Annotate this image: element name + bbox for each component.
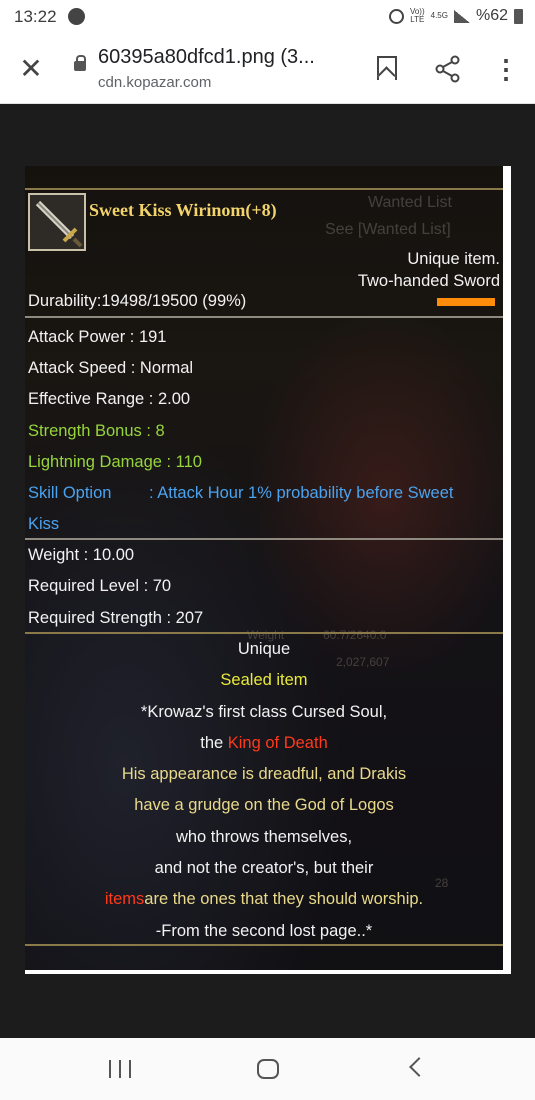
status-time: 13:22 xyxy=(14,7,57,26)
lore-line-2: the King of Death xyxy=(200,734,328,752)
item-name: Sweet Kiss Wirinom(+8) xyxy=(89,200,277,220)
network-type: 4.5G xyxy=(430,11,448,20)
lore-line-4: have a grudge on the God of Logos xyxy=(134,796,394,814)
volte-indicator: Vo)) LTE xyxy=(409,7,425,24)
stat-attack-power: Attack Power : 191 xyxy=(28,328,167,346)
lore-line-5: who throws themselves, xyxy=(175,828,353,846)
image-viewer: Wanted List See [Wanted List] Weight 60.… xyxy=(0,104,535,1038)
req-strength: Required Strength : 207 xyxy=(28,609,204,627)
back-icon[interactable] xyxy=(409,1057,429,1077)
lock-icon xyxy=(74,55,86,71)
lore-highlight: items xyxy=(104,890,145,908)
durability-bar xyxy=(437,298,495,306)
messenger-notification-icon xyxy=(68,8,85,25)
item-rarity: Unique item. xyxy=(407,250,500,268)
stat-attack-speed: Attack Speed : Normal xyxy=(28,359,194,377)
skill-option-label: Skill Option xyxy=(28,484,112,502)
bonus-strength: Strength Bonus : 8 xyxy=(28,422,165,440)
item-tooltip: Sweet Kiss Wirinom(+8) Unique item. Two-… xyxy=(25,166,503,970)
page-title[interactable]: 60395a80dfcd1.png (3... xyxy=(98,46,315,69)
divider xyxy=(25,632,503,634)
recent-apps-icon[interactable] xyxy=(109,1060,131,1078)
sealed-label: Sealed item xyxy=(220,671,308,689)
page-host[interactable]: cdn.kopazar.com xyxy=(98,74,211,91)
req-weight: Weight : 10.00 xyxy=(28,546,135,564)
game-screenshot[interactable]: Wanted List See [Wanted List] Weight 60.… xyxy=(25,166,511,974)
stat-effective-range: Effective Range : 2.00 xyxy=(28,390,191,408)
bookmark-icon[interactable] xyxy=(374,54,398,84)
bonus-lightning: Lightning Damage : 110 xyxy=(28,453,202,471)
close-icon[interactable]: ✕ xyxy=(14,52,48,86)
divider xyxy=(25,944,503,946)
lore-line-7: itemsare the ones that they should worsh… xyxy=(104,890,424,908)
status-indicators: Vo)) LTE 4.5G %62 xyxy=(388,7,523,25)
share-icon[interactable] xyxy=(433,54,463,84)
skill-option-text: : Attack Hour 1% probability before Swee… xyxy=(149,484,454,502)
battery-percent: %62 xyxy=(475,7,508,24)
divider xyxy=(25,188,503,190)
navigation-bar xyxy=(0,1038,535,1100)
lore-highlight: King of Death xyxy=(227,734,328,752)
sword-icon xyxy=(28,193,86,251)
skill-option-text-cont: Kiss xyxy=(28,515,60,533)
more-options-icon[interactable]: ⋮ xyxy=(493,54,519,84)
alarm-icon xyxy=(388,8,404,24)
lore-line-3: His appearance is dreadful, and Drakis xyxy=(121,765,407,783)
divider xyxy=(25,316,503,318)
browser-header: ✕ 60395a80dfcd1.png (3... cdn.kopazar.co… xyxy=(0,34,535,104)
lore-line-6: and not the creator's, but their xyxy=(154,859,374,877)
status-bar: 13:22 Vo)) LTE 4.5G %62 xyxy=(0,0,535,34)
durability-text: Durability:19498/19500 (99%) xyxy=(28,292,247,310)
unique-label: Unique xyxy=(237,640,291,658)
lore-line-8: -From the second lost page..* xyxy=(155,922,373,940)
req-level: Required Level : 70 xyxy=(28,577,172,595)
battery-icon xyxy=(514,8,523,24)
home-icon[interactable] xyxy=(257,1059,279,1079)
item-type: Two-handed Sword xyxy=(357,272,500,290)
divider xyxy=(25,538,503,540)
lore-line-1: *Krowaz's first class Cursed Soul, xyxy=(140,703,388,721)
signal-icon xyxy=(453,9,470,23)
